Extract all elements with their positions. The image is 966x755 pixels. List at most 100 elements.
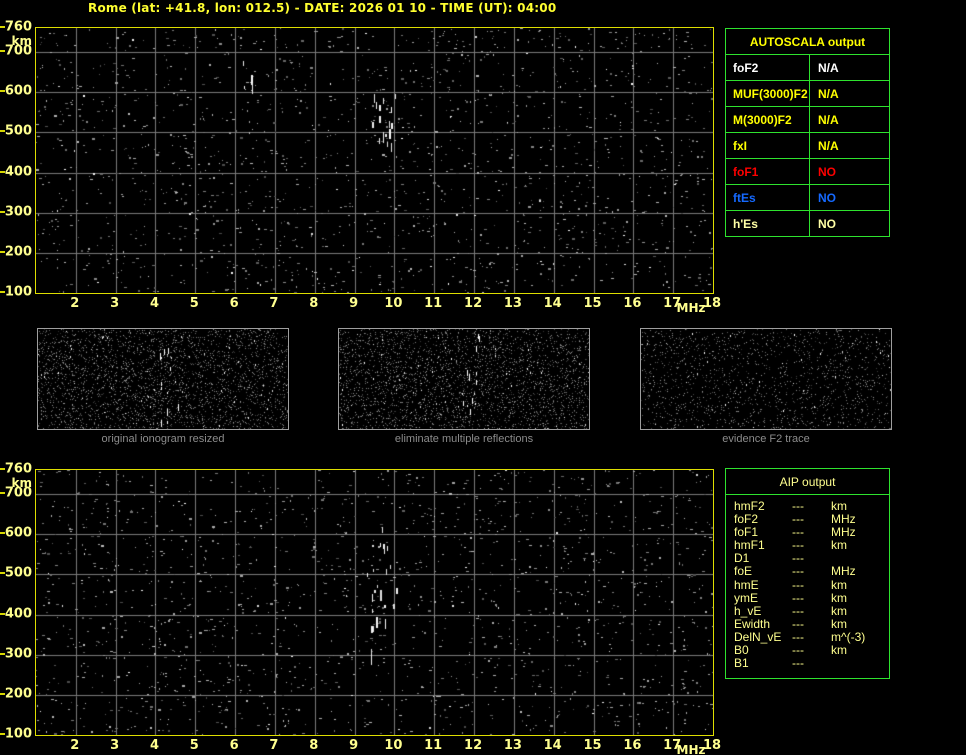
table-row: h'Es NO (726, 211, 889, 236)
autoscala-row-value: N/A (818, 87, 839, 101)
autoscala-row-label: ftEs (726, 185, 810, 210)
list-item: D1 --- (734, 552, 889, 565)
top-ionogram-plot (35, 27, 714, 294)
x-tick-label: 6 (229, 738, 239, 753)
thumbnail-original-ionogram (37, 328, 289, 430)
thumbnail-caption: eliminate multiple reflections (394, 433, 534, 445)
bottom-ionogram-canvas (36, 470, 713, 735)
aip-row-unit: km (831, 590, 847, 605)
y-axis-edge-tick (0, 26, 5, 28)
x-tick-label: 12 (464, 738, 483, 753)
thumbnail-reflections-canvas (339, 329, 589, 429)
x-tick-label: 4 (149, 738, 160, 753)
x-tick-label: 4 (149, 296, 160, 311)
aip-output-table: AIP output hmF2 --- km foF2 --- MHz foF1 --- M… (725, 468, 890, 679)
aip-row-label: B1 (734, 656, 749, 671)
autoscala-row-label: h'Es (726, 211, 810, 236)
aip-row-value: --- (792, 603, 804, 618)
top-ionogram-canvas (36, 28, 713, 293)
aip-table-body: hmF2 --- km foF2 --- MHz foF1 --- MHz hmF1 --- k… (726, 495, 889, 670)
x-tick-label: 8 (309, 296, 319, 311)
x-tick-label: 6 (229, 296, 239, 311)
x-tick-label: 18 (702, 738, 722, 753)
y-axis-edge-tick (0, 692, 5, 695)
thumbnail-caption: original ionogram resized (101, 433, 225, 445)
x-tick-label: 9 (349, 296, 359, 311)
autoscala-window: Rome (lat: +41.8, lon: 012.5) - DATE: 20… (0, 0, 966, 755)
autoscala-row-label: foF2 (726, 55, 810, 80)
x-tick-label: 9 (349, 738, 359, 753)
aip-table-header: AIP output (726, 469, 889, 495)
y-axis-edge-tick (0, 612, 5, 615)
y-axis-unit-label: km (11, 476, 32, 490)
y-axis-edge-tick (0, 468, 5, 470)
y-axis-edge-tick (0, 492, 5, 495)
x-axis-unit-label: MHz (676, 743, 706, 755)
aip-row-unit: km (831, 499, 847, 513)
aip-row-unit: km (831, 538, 847, 553)
list-item: h_vE --- km (734, 603, 889, 618)
aip-row-unit: km (831, 643, 847, 658)
page-title: Rome (lat: +41.8, lon: 012.5) - DATE: 20… (88, 1, 557, 15)
autoscala-table-header: AUTOSCALA output (726, 29, 889, 55)
y-axis-edge-tick (0, 250, 5, 253)
aip-row-unit: km (831, 603, 847, 618)
aip-row-label: hmE (734, 577, 759, 592)
y-tick-label: 400 (4, 606, 32, 621)
aip-row-unit: MHz (831, 525, 856, 540)
x-tick-label: 7 (269, 738, 279, 753)
x-tick-label: 14 (543, 296, 562, 311)
aip-row-value: --- (792, 577, 804, 592)
autoscala-row-value: N/A (818, 113, 839, 127)
x-tick-label: 10 (384, 738, 403, 753)
y-axis-edge-tick (0, 170, 5, 173)
autoscala-row-value: N/A (818, 61, 839, 75)
x-tick-label: 10 (384, 296, 403, 311)
y-tick-label: 500 (4, 123, 32, 139)
list-item: B1 --- (734, 657, 889, 670)
y-axis-edge-tick (0, 210, 5, 213)
table-row: foF1 NO (726, 159, 889, 185)
x-tick-label: 16 (623, 738, 642, 753)
x-tick-label: 2 (70, 296, 80, 311)
autoscala-row-label: MUF(3000)F2 (726, 81, 810, 106)
y-tick-label: 400 (4, 164, 32, 179)
x-tick-label: 13 (503, 738, 522, 753)
list-item: hmF1 --- km (734, 539, 889, 552)
x-tick-label: 8 (309, 738, 319, 753)
list-item: DelN_vE --- m^(-3) (734, 630, 889, 644)
aip-row-label: h_vE (734, 603, 762, 618)
y-axis-edge-tick (0, 652, 5, 655)
x-tick-label: 5 (189, 296, 199, 311)
autoscala-row-value: NO (818, 191, 836, 205)
x-tick-label: 13 (503, 296, 522, 311)
y-axis-edge-tick (0, 90, 5, 93)
y-axis-edge-tick (0, 291, 5, 293)
x-tick-label: 15 (583, 296, 602, 311)
thumbnail-f2-trace (640, 328, 892, 430)
bottom-ionogram-plot (35, 469, 714, 736)
aip-row-unit: km (831, 616, 847, 631)
list-item: B0 --- km (734, 643, 889, 658)
table-row: M(3000)F2 N/A (726, 107, 889, 133)
aip-row-value: --- (792, 590, 804, 605)
x-tick-label: 7 (269, 296, 279, 311)
aip-row-unit: MHz (831, 512, 856, 527)
list-item: foE --- MHz (734, 565, 889, 578)
y-tick-label: 200 (4, 244, 32, 260)
y-tick-label: 600 (4, 525, 32, 541)
y-axis-edge-tick (0, 50, 5, 53)
x-axis-unit-label: MHz (676, 301, 706, 315)
autoscala-row-value: NO (818, 217, 836, 231)
x-tick-label: 2 (70, 738, 80, 753)
x-tick-label: 14 (543, 738, 562, 753)
autoscala-row-label: fxI (726, 133, 810, 158)
thumbnail-caption: evidence F2 trace (722, 433, 810, 445)
x-tick-label: 3 (110, 296, 120, 311)
x-tick-label: 3 (110, 738, 120, 753)
thumbnail-multiple-reflections (338, 328, 590, 430)
y-tick-label: 600 (4, 83, 32, 99)
y-tick-label: 300 (4, 204, 32, 220)
table-row: MUF(3000)F2 N/A (726, 81, 889, 107)
aip-row-value: --- (792, 564, 804, 579)
